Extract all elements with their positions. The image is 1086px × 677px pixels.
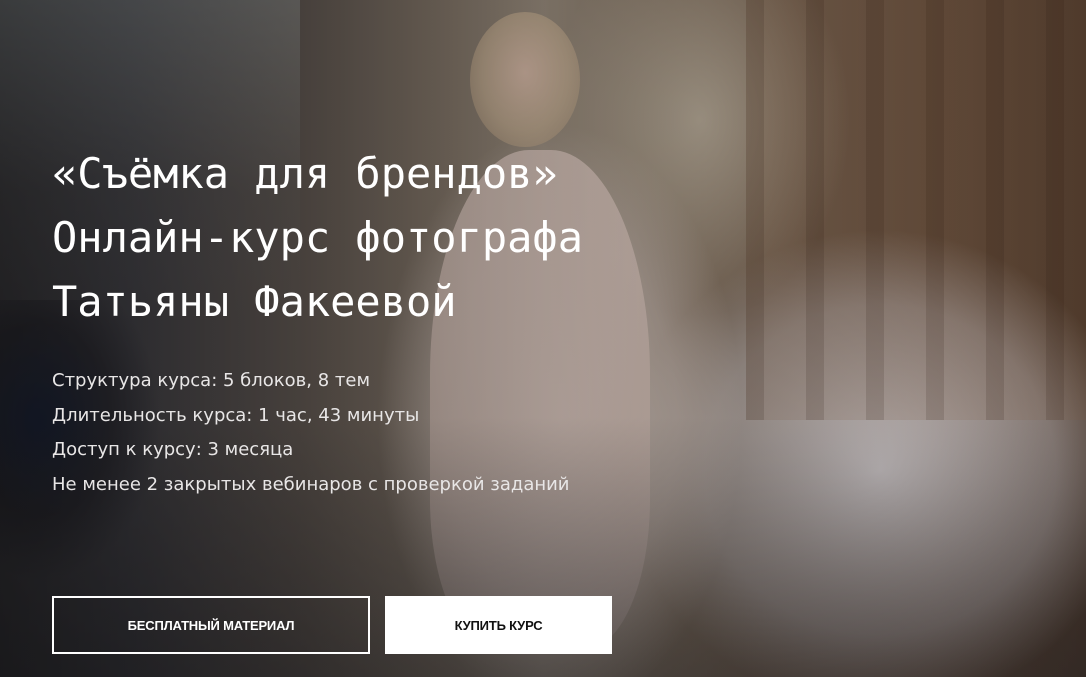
- course-fact-structure: Структура курса: 5 блоков, 8 тем: [52, 370, 371, 391]
- course-facts-list: Структура курса: 5 блоков, 8 тем Длитель…: [52, 364, 570, 502]
- course-fact-duration: Длительность курса: 1 час, 43 минуты: [52, 404, 420, 426]
- course-fact-webinars: Не менее 2 закрытых вебинаров с проверко…: [52, 473, 570, 495]
- buy-course-button[interactable]: КУПИТЬ КУРС: [385, 596, 612, 654]
- course-title-line-3: Татьяны Факеевой: [52, 277, 457, 326]
- course-fact-access: Доступ к курсу: 3 месяца: [52, 439, 294, 460]
- free-material-button[interactable]: БЕСПЛАТНЫЙ МАТЕРИАЛ: [52, 596, 370, 654]
- course-title-line-1: «Съёмка для брендов»: [52, 149, 558, 198]
- course-title-line-2: Онлайн-курс фотографа: [52, 213, 584, 262]
- course-title: «Съёмка для брендов» Онлайн-курс фотогра…: [52, 142, 583, 334]
- hero-section: «Съёмка для брендов» Онлайн-курс фотогра…: [0, 0, 1086, 677]
- hero-content: «Съёмка для брендов» Онлайн-курс фотогра…: [52, 0, 1086, 677]
